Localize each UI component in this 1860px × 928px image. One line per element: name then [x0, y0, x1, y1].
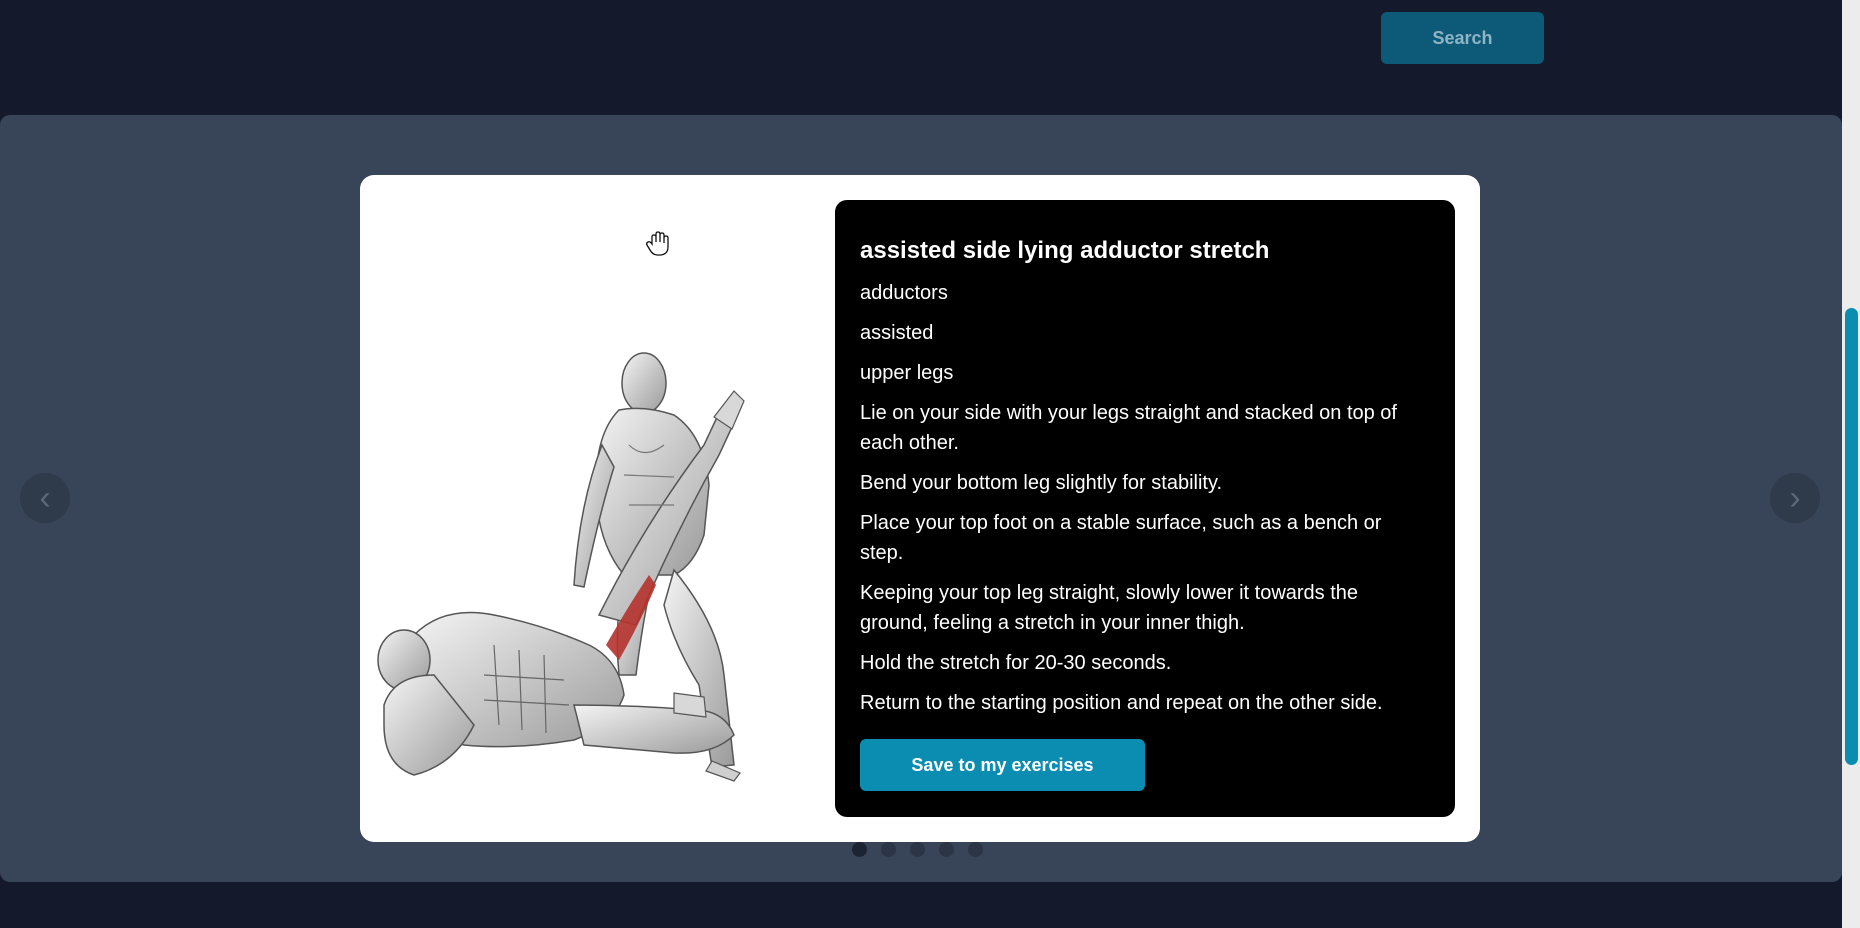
bottom-strip — [0, 882, 1842, 928]
carousel-next-button[interactable]: › — [1770, 473, 1820, 523]
instruction-step: Bend your bottom leg slightly for stabil… — [860, 472, 1223, 494]
instruction-step: Place your top foot on a stable surface,… — [860, 512, 1382, 564]
search-button[interactable]: Search — [1381, 12, 1544, 64]
exercise-target-muscle: adductors — [860, 282, 948, 304]
instruction-step: Hold the stretch for 20-30 seconds. — [860, 652, 1172, 674]
scrollbar-thumb[interactable] — [1845, 308, 1858, 765]
chevron-left-icon: ‹ — [39, 478, 51, 517]
exercise-name: assisted side lying adductor stretch — [860, 237, 1270, 264]
chevron-right-icon: › — [1789, 478, 1801, 517]
exercise-illustration — [377, 352, 745, 782]
carousel-dot[interactable] — [852, 842, 867, 857]
exercise-equipment: assisted — [860, 322, 934, 344]
instruction-step: Keeping your top leg straight, slowly lo… — [860, 582, 1359, 634]
carousel-pagination — [852, 842, 983, 857]
carousel-dot[interactable] — [881, 842, 896, 857]
exercise-body-part: upper legs — [860, 362, 954, 384]
page-scrollbar[interactable] — [1842, 0, 1860, 928]
grab-cursor-icon — [646, 231, 669, 256]
carousel-dot[interactable] — [968, 842, 983, 857]
instruction-step: Lie on your side with your legs straight… — [860, 402, 1397, 454]
instruction-step: Return to the starting position and repe… — [860, 692, 1383, 714]
save-to-my-exercises-button[interactable]: Save to my exercises — [860, 739, 1145, 791]
exercise-details-panel: assisted side lying adductor stretch add… — [835, 200, 1455, 817]
page: Search ‹ › assisted side lying adductor … — [0, 0, 1860, 928]
carousel-prev-button[interactable]: ‹ — [20, 473, 70, 523]
carousel-dot[interactable] — [939, 842, 954, 857]
top-header: Search — [0, 0, 1842, 115]
carousel-dot[interactable] — [910, 842, 925, 857]
exercise-modal: assisted side lying adductor stretch add… — [360, 175, 1480, 842]
